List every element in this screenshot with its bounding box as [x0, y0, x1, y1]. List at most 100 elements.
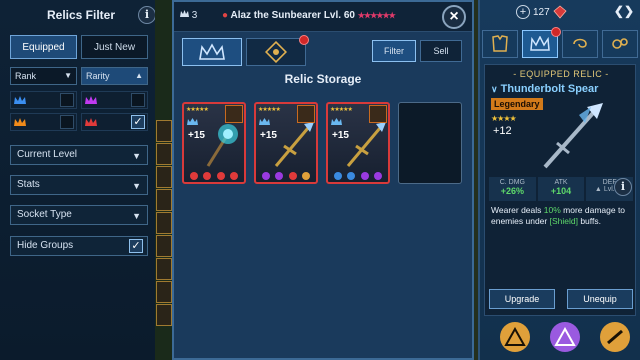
rarity-option-legendary[interactable]: [10, 113, 77, 131]
armor-icon: [492, 35, 508, 52]
red-gem-icon: [553, 5, 567, 19]
relics-filter-panel: Relics Filter i Equipped Just New Rank ▼…: [0, 0, 162, 360]
rarity-dropdown[interactable]: Rarity ▲: [81, 67, 148, 85]
tab-relic-type-a[interactable]: [182, 38, 242, 66]
stats-label: Stats: [17, 179, 40, 190]
filter-button[interactable]: Filter: [372, 40, 416, 62]
filter-info-button[interactable]: i: [138, 6, 156, 24]
hide-groups-label: Hide Groups: [17, 240, 74, 251]
socket-gems: [256, 172, 316, 180]
background-champion-strip: [155, 0, 173, 360]
checkmark-icon: ✓: [131, 240, 141, 252]
hide-groups-row[interactable]: Hide Groups ✓: [10, 236, 148, 256]
stat-label: C. DMG: [499, 179, 525, 186]
relic-info-button[interactable]: i: [614, 178, 632, 196]
relic-level: +15: [332, 130, 349, 141]
close-button[interactable]: ×: [442, 5, 466, 29]
gem-icon: [374, 172, 383, 180]
equipped-relic-card: - EQUIPPED RELIC - ∨ Thunderbolt Spear L…: [484, 64, 636, 316]
slot-swirl[interactable]: [562, 30, 598, 58]
swirl-icon: [573, 38, 587, 48]
relic-card[interactable]: ★★★★★ +15: [182, 102, 246, 184]
tab-equipped[interactable]: Equipped: [10, 35, 77, 59]
empty-relic-slot[interactable]: [398, 102, 462, 184]
rank-stars-icon: ★★★★★: [186, 107, 209, 113]
crown-icon: [331, 118, 342, 125]
chevron-up-icon: ▲: [135, 71, 143, 80]
equipped-relic-heading: - EQUIPPED RELIC -: [513, 69, 609, 79]
slot-armor[interactable]: [482, 30, 518, 58]
sell-button[interactable]: Sell: [420, 40, 462, 62]
gem-icon: [230, 172, 239, 180]
champion-portrait: [369, 105, 387, 123]
crown-relic-icon: [199, 43, 225, 60]
champion-name-text: Alaz the Sunbearer Lvl. 60: [230, 10, 355, 21]
stat-crit-damage: C. DMG +26%: [489, 177, 536, 201]
strip-item: [156, 212, 172, 234]
gem-icon: [216, 172, 225, 180]
rank-dropdown[interactable]: Rank ▼: [10, 67, 77, 85]
hide-groups-checkbox[interactable]: ✓: [129, 239, 143, 253]
rune-relic-icon: [265, 41, 287, 63]
strip-item: [156, 120, 172, 142]
desc-text: buffs.: [577, 216, 601, 226]
slot-gears[interactable]: [602, 30, 638, 58]
notification-badge: [299, 35, 309, 45]
socket-gems: [184, 172, 244, 180]
upgrade-button[interactable]: Upgrade: [489, 289, 555, 309]
stat-value: +26%: [500, 186, 524, 196]
gem-icon: [302, 172, 311, 180]
slash-relic-button[interactable]: [600, 322, 630, 352]
unequip-button[interactable]: Unequip: [567, 289, 633, 309]
rarity-checkbox-mythical[interactable]: ✓: [131, 115, 145, 129]
strip-item: [156, 258, 172, 280]
rank-stars-icon: ★★★★★: [330, 107, 353, 113]
equipped-relic-heading-text: EQUIPPED RELIC: [519, 69, 603, 79]
relic-description: Wearer deals 10% more damage to enemies …: [491, 205, 631, 227]
tab-relic-type-b[interactable]: [246, 35, 309, 66]
chevron-down-icon: ▼: [64, 71, 72, 80]
rarity-option-epic[interactable]: [81, 91, 148, 109]
rank-stars-icon: ★★★★★: [258, 107, 281, 113]
spear-icon: [274, 122, 314, 167]
rarity-checkbox-epic[interactable]: [131, 93, 145, 107]
purple-relic-button[interactable]: [550, 322, 580, 352]
strip-item: [156, 166, 172, 188]
crown-icon: [85, 96, 97, 104]
lock-icon: ▲: [594, 186, 602, 193]
crown-icon: [14, 118, 26, 126]
stat-attack: ATK +104: [537, 177, 585, 201]
triangle-relic-button[interactable]: [500, 322, 530, 352]
stat-label: ATK: [554, 179, 568, 186]
slot-relic[interactable]: [522, 27, 561, 58]
relic-card[interactable]: ★★★★★ +15: [326, 102, 390, 184]
strip-item: [156, 281, 172, 303]
rank-rarity-dropdowns: Rank ▼ Rarity ▲: [10, 67, 148, 85]
rarity-checkbox-legendary[interactable]: [60, 115, 74, 129]
orb-staff-icon: [206, 124, 238, 167]
tab-just-new[interactable]: Just New: [81, 35, 148, 59]
current-level-dropdown[interactable]: Current Level ▼: [10, 145, 148, 165]
checkmark-icon: ✓: [133, 116, 143, 128]
rarity-label: Rarity: [86, 71, 110, 81]
rarity-checkbox-rare[interactable]: [60, 93, 74, 107]
socket-type-dropdown[interactable]: Socket Type ▼: [10, 205, 148, 225]
collapse-panel-icon[interactable]: ❮❯: [614, 4, 634, 18]
storage-title: Relic Storage: [284, 72, 362, 86]
gem-icon: [275, 172, 284, 180]
relic-count-icon: [180, 10, 189, 17]
add-currency-button[interactable]: +: [516, 5, 530, 19]
relic-count-value: 3: [191, 10, 198, 21]
rarity-option-rare[interactable]: [10, 91, 77, 109]
chevron-down-icon: ▼: [132, 181, 141, 191]
skull-icon: ●: [222, 10, 229, 21]
rarity-option-mythical[interactable]: ✓: [81, 113, 148, 131]
champion-name: ● Alaz the Sunbearer Lvl. 60 ★★★★★★: [222, 10, 396, 21]
rank-label: Rank: [15, 71, 37, 81]
slash-icon: [607, 329, 623, 345]
current-level-label: Current Level: [17, 149, 78, 160]
stats-dropdown[interactable]: Stats ▼: [10, 175, 148, 195]
relic-slot-tabs: [482, 27, 638, 58]
relic-card[interactable]: ★★★★★ +15: [254, 102, 318, 184]
champion-stars-icon: ★★★★★★: [357, 11, 396, 20]
